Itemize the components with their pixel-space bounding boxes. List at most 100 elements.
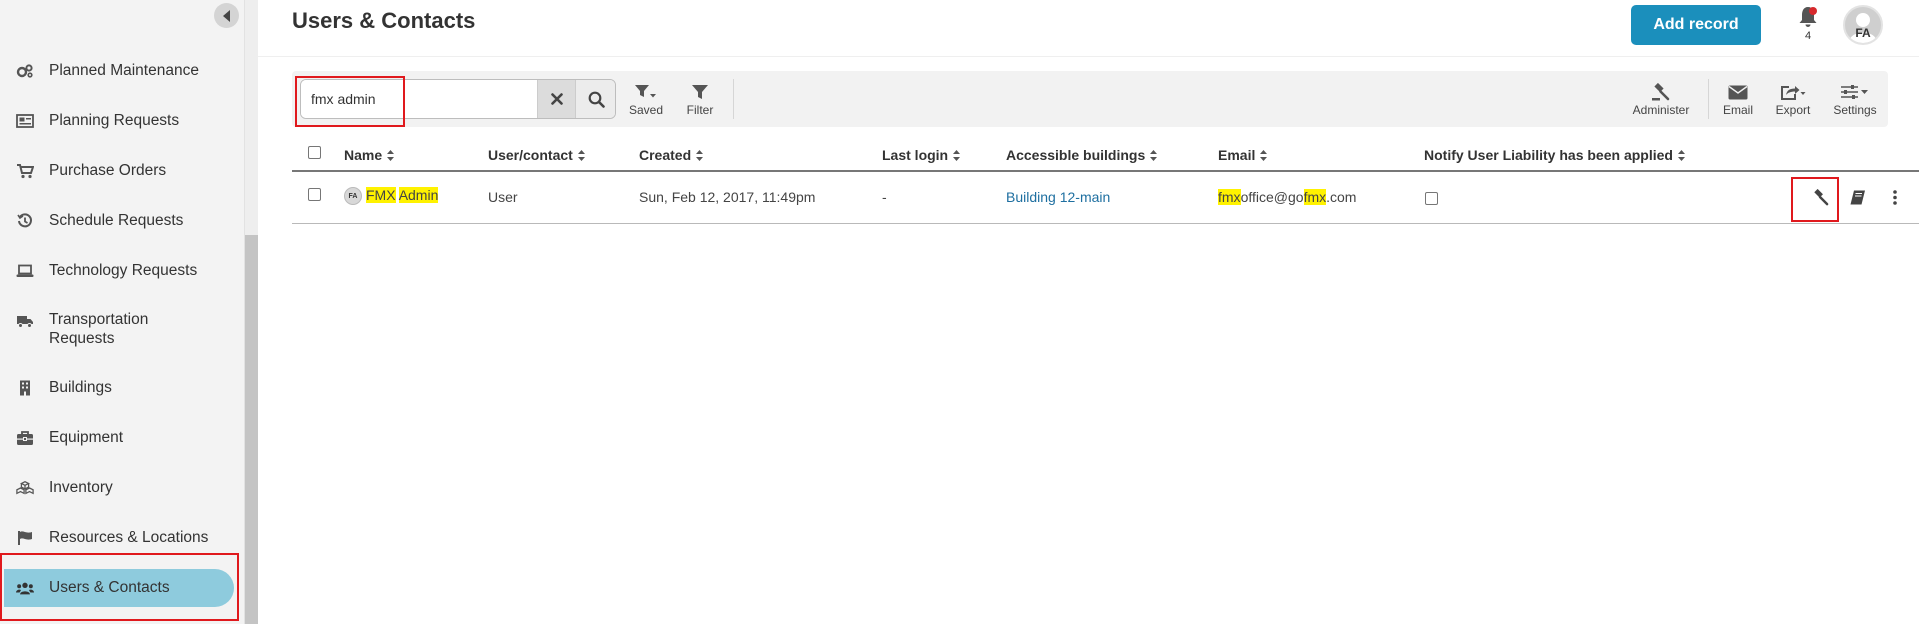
page-title: Users & Contacts	[292, 8, 476, 33]
sidebar: Planned Maintenance Planning Requests Pu…	[0, 0, 245, 624]
export-label: Export	[1775, 103, 1811, 117]
notify-liability-checkbox[interactable]	[1425, 192, 1438, 205]
avatar-initials: FA	[1855, 26, 1871, 40]
truck-icon	[16, 312, 34, 330]
sidebar-scrollbar[interactable]	[245, 0, 258, 624]
search-button[interactable]	[575, 80, 615, 118]
sidebar-item-purchase-orders[interactable]: Purchase Orders	[8, 159, 234, 183]
collapse-sidebar-button[interactable]	[214, 3, 239, 28]
table-row[interactable]: FA FMX Admin User Sun, Feb 12, 2017, 11:4…	[292, 174, 1919, 224]
email-label: Email	[1722, 103, 1753, 117]
administer-label: Administer	[1632, 103, 1690, 117]
cubes-icon	[16, 479, 34, 497]
sidebar-item-label: Buildings	[49, 379, 112, 396]
filter-dropdown-icon	[635, 85, 656, 98]
sidebar-item-technology-requests[interactable]: Technology Requests	[8, 259, 234, 283]
row-more-options-button[interactable]	[1883, 184, 1907, 210]
sidebar-item-users-contacts[interactable]: Users & Contacts	[4, 569, 234, 607]
settings-label: Settings	[1833, 103, 1877, 117]
header-divider	[258, 56, 1919, 57]
cart-icon	[16, 162, 34, 180]
sidebar-item-transportation-requests[interactable]: Transportation Requests	[8, 310, 234, 350]
sidebar-item-schedule-requests[interactable]: Schedule Requests	[8, 209, 234, 233]
sidebar-item-label: Transportation Requests	[49, 311, 149, 347]
toolbar-divider	[1708, 79, 1709, 119]
flag-icon	[16, 529, 34, 547]
select-all-checkbox[interactable]	[308, 146, 321, 159]
email-button[interactable]: Email	[1720, 83, 1756, 119]
filter-label: Filter	[686, 103, 714, 117]
sort-icon	[696, 149, 704, 161]
filter-icon	[692, 85, 708, 99]
filter-button[interactable]: Filter	[682, 83, 718, 119]
search-box	[300, 79, 616, 119]
scrollbar-thumb[interactable]	[245, 235, 258, 624]
column-header-notify-liability[interactable]: Notify User Liability has been applied	[1424, 147, 1685, 163]
sidebar-item-planned-maintenance[interactable]: Planned Maintenance	[8, 59, 234, 83]
export-button[interactable]: Export	[1772, 83, 1814, 119]
user-email: fmxoffice@gofmx.com	[1218, 189, 1357, 205]
column-header-accessible-buildings[interactable]: Accessible buildings	[1006, 147, 1158, 163]
saved-filters-button[interactable]: Saved	[627, 83, 665, 119]
user-name-link[interactable]: FA FMX Admin	[344, 187, 439, 206]
sidebar-item-buildings[interactable]: Buildings	[8, 376, 234, 400]
user-type: User	[488, 189, 518, 205]
last-login: -	[882, 189, 887, 205]
created-date: Sun, Feb 12, 2017, 11:49pm	[639, 189, 816, 205]
caret-left-icon	[222, 9, 230, 22]
export-icon	[1781, 85, 1806, 100]
users-icon	[16, 579, 34, 597]
sidebar-item-planning-requests[interactable]: Planning Requests	[8, 109, 234, 133]
sliders-icon	[1841, 85, 1868, 99]
row-log-button[interactable]	[1846, 184, 1870, 210]
user-avatar[interactable]: FA	[1843, 5, 1883, 45]
user-row-avatar: FA	[344, 187, 362, 206]
column-header-last-login[interactable]: Last login	[882, 147, 961, 163]
notifications-button[interactable]: 4	[1796, 5, 1820, 45]
row-administer-button[interactable]	[1808, 184, 1832, 210]
clear-search-button[interactable]	[537, 80, 575, 118]
saved-label: Saved	[628, 103, 664, 117]
sort-icon	[1677, 149, 1685, 161]
sidebar-item-label: Resources & Locations	[49, 529, 209, 546]
column-header-created[interactable]: Created	[639, 147, 704, 163]
sort-icon	[1260, 149, 1268, 161]
sidebar-item-resources-locations[interactable]: Resources & Locations	[8, 526, 234, 550]
gavel-icon	[1813, 188, 1828, 205]
history-icon	[16, 212, 34, 230]
sort-icon	[1150, 149, 1158, 161]
sort-icon	[577, 149, 585, 161]
building-link[interactable]: Building 12-main	[1006, 189, 1110, 205]
sidebar-item-equipment[interactable]: Equipment	[8, 426, 234, 450]
notification-dot	[1809, 7, 1817, 15]
add-record-button[interactable]: Add record	[1631, 5, 1761, 45]
toolbox-icon	[16, 429, 34, 447]
sidebar-item-label: Users & Contacts	[49, 579, 170, 596]
vertical-ellipsis-icon	[1893, 189, 1897, 205]
table-header: Name User/contact Created Last login Acc…	[292, 142, 1919, 172]
sort-icon	[953, 149, 961, 161]
row-checkbox[interactable]	[308, 188, 321, 201]
laptop-icon	[16, 262, 34, 280]
administer-button[interactable]: Administer	[1630, 83, 1692, 119]
newspaper-icon	[16, 112, 34, 130]
search-input[interactable]	[301, 80, 537, 118]
toolbar-divider	[733, 79, 734, 119]
column-header-email[interactable]: Email	[1218, 147, 1268, 163]
sidebar-item-label: Planned Maintenance	[49, 62, 199, 79]
settings-button[interactable]: Settings	[1829, 83, 1881, 119]
sidebar-item-inventory[interactable]: Inventory	[8, 476, 234, 500]
sidebar-item-label: Schedule Requests	[49, 212, 184, 229]
column-header-user-contact[interactable]: User/contact	[488, 147, 585, 163]
book-icon	[1850, 190, 1865, 204]
building-icon	[16, 379, 34, 397]
column-header-name[interactable]: Name	[344, 147, 395, 163]
search-icon	[588, 91, 605, 108]
notification-count: 4	[1804, 30, 1812, 42]
toolbar: Saved Filter Administer Email Export Set…	[292, 71, 1888, 127]
gears-icon	[16, 62, 34, 80]
gavel-icon	[1652, 83, 1670, 101]
sort-icon	[387, 149, 395, 161]
sidebar-item-label: Equipment	[49, 429, 124, 446]
sidebar-item-label: Purchase Orders	[49, 162, 167, 179]
